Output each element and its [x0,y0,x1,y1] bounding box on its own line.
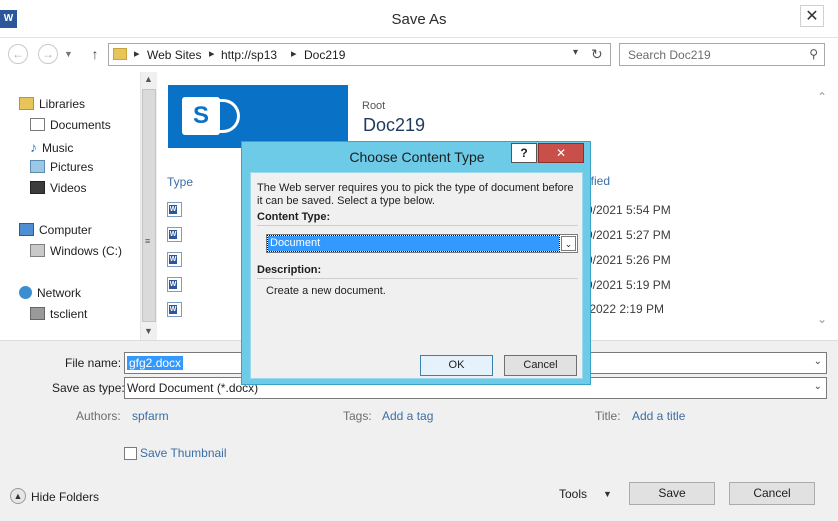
window-close-button[interactable]: ✕ [800,5,824,27]
cancel-button[interactable]: Cancel [729,482,815,505]
content-type-label: Content Type: [257,211,331,223]
tools-dropdown-icon[interactable]: ▼ [603,489,612,499]
word-file-icon[interactable] [167,302,182,317]
sidebar-item-music[interactable]: ♪ Music [30,139,73,155]
breadcrumb-separator-icon[interactable]: ▸ [291,47,297,60]
word-file-icon[interactable] [167,227,182,242]
add-title-link[interactable]: Add a title [632,409,685,423]
section-divider [257,278,578,279]
breadcrumb-separator-icon[interactable]: ▸ [209,47,215,60]
dialog-close-button[interactable]: ✕ [538,143,584,163]
sidebar-item-documents[interactable]: Documents [30,118,111,132]
search-icon[interactable]: ⚲ [809,47,818,61]
libraries-icon [19,97,34,110]
breadcrumb-doc219[interactable]: Doc219 [304,48,345,62]
hide-folders-icon[interactable]: ▲ [10,488,26,504]
title-bar: W Save As ✕ [0,0,838,38]
address-bar[interactable]: ▸ Web Sites ▸ http://sp13 ▸ Doc219 ▾ ↻ [108,43,611,66]
main-scroll-up-icon[interactable]: ⌃ [817,90,827,104]
videos-icon [30,181,45,194]
sidebar-item-videos[interactable]: Videos [30,181,86,195]
tags-label: Tags: [343,409,372,423]
authors-value[interactable]: spfarm [132,409,169,423]
main-scroll-down-icon[interactable]: ⌄ [817,312,827,326]
dialog-body: The Web server requires you to pick the … [250,172,583,379]
drive-icon [30,244,45,257]
file-name-label: File name: [65,356,122,370]
breadcrumb-sp13[interactable]: http://sp13 [221,48,277,62]
save-as-type-label: Save as type: [52,381,125,395]
column-header-modified[interactable]: ified [588,174,610,188]
dialog-cancel-button[interactable]: Cancel [504,355,577,376]
file-name-dropdown-icon[interactable]: ⌄ [814,356,822,367]
forward-button[interactable]: → [38,44,58,64]
save-as-type-dropdown-icon[interactable]: ⌄ [814,381,822,392]
sharepoint-logo-letter: S [182,97,220,135]
scrollbar-thumb[interactable] [142,89,156,322]
pictures-icon [30,160,45,173]
description-label: Description: [257,264,322,276]
recent-locations-chevron-icon[interactable]: ▼ [64,49,73,59]
documents-icon [30,118,45,131]
sidebar-item-network[interactable]: Network [19,286,81,300]
tsclient-icon [30,307,45,320]
folder-icon [113,48,127,60]
hide-folders-button[interactable]: Hide Folders [31,490,99,504]
column-header-type[interactable]: Type [167,175,193,189]
word-file-icon[interactable] [167,252,182,267]
network-icon [19,286,32,299]
search-box[interactable]: Search Doc219 ⚲ [619,43,825,66]
authors-label: Authors: [76,409,121,423]
dialog-ok-button[interactable]: OK [420,355,493,376]
scrollbar-grip-icon: ≡ [145,236,151,246]
window-title: Save As [391,11,447,28]
refresh-icon[interactable]: ↻ [591,46,603,63]
scroll-down-icon[interactable]: ▼ [144,326,153,336]
description-text: Create a new document. [266,285,386,297]
tools-menu[interactable]: Tools [559,487,587,501]
sidebar-item-libraries[interactable]: Libraries [19,97,85,111]
word-file-icon[interactable] [167,277,182,292]
library-title: Doc219 [363,115,426,135]
back-button[interactable]: ← [8,44,28,64]
scroll-up-icon[interactable]: ▲ [144,74,153,84]
content-type-select[interactable]: Document ⌄ [266,234,578,253]
save-as-type-value: Word Document (*.docx) [127,381,259,395]
sidebar-item-tsclient[interactable]: tsclient [30,307,87,321]
file-modified-date: /2022 2:19 PM [586,302,665,316]
sidebar-item-pictures[interactable]: Pictures [30,160,93,174]
content-type-value[interactable]: Document [267,235,560,252]
root-label: Root [362,100,386,112]
search-input[interactable]: Search Doc219 [628,48,711,62]
section-divider [257,225,578,226]
dialog-message: The Web server requires you to pick the … [257,182,574,207]
breadcrumb-web-sites[interactable]: Web Sites [147,48,201,62]
title-label: Title: [595,409,621,423]
sidebar-item-computer[interactable]: Computer [19,223,92,237]
file-modified-date: 9/2021 5:54 PM [586,203,671,217]
add-tag-link[interactable]: Add a tag [382,409,433,423]
dialog-help-button[interactable]: ? [511,143,537,163]
file-modified-date: 9/2021 5:27 PM [586,228,671,242]
file-modified-date: 9/2021 5:26 PM [586,253,671,267]
save-thumbnail-checkbox[interactable] [124,447,137,460]
music-icon: ♪ [30,139,37,155]
computer-icon [19,223,34,236]
file-name-value[interactable]: gfg2.docx [127,356,184,370]
save-button[interactable]: Save [629,482,715,505]
up-folder-button[interactable]: ↑ [88,44,102,64]
address-dropdown-icon[interactable]: ▾ [573,47,578,58]
save-thumbnail-label[interactable]: Save Thumbnail [140,446,227,460]
breadcrumb-separator-icon[interactable]: ▸ [134,47,140,60]
file-modified-date: 9/2021 5:19 PM [586,278,671,292]
navigation-pane: Libraries Documents ♪ Music Pictures Vide… [0,72,140,340]
content-type-dropdown-icon[interactable]: ⌄ [561,236,576,251]
word-file-icon[interactable] [167,202,182,217]
sidebar-item-windows-c[interactable]: Windows (C:) [30,244,122,258]
choose-content-type-dialog: Choose Content Type ? ✕ The Web server r… [241,141,591,385]
sharepoint-logo: S [168,85,348,148]
sidebar-scrollbar[interactable]: ▲ ≡ ▼ [140,72,157,340]
